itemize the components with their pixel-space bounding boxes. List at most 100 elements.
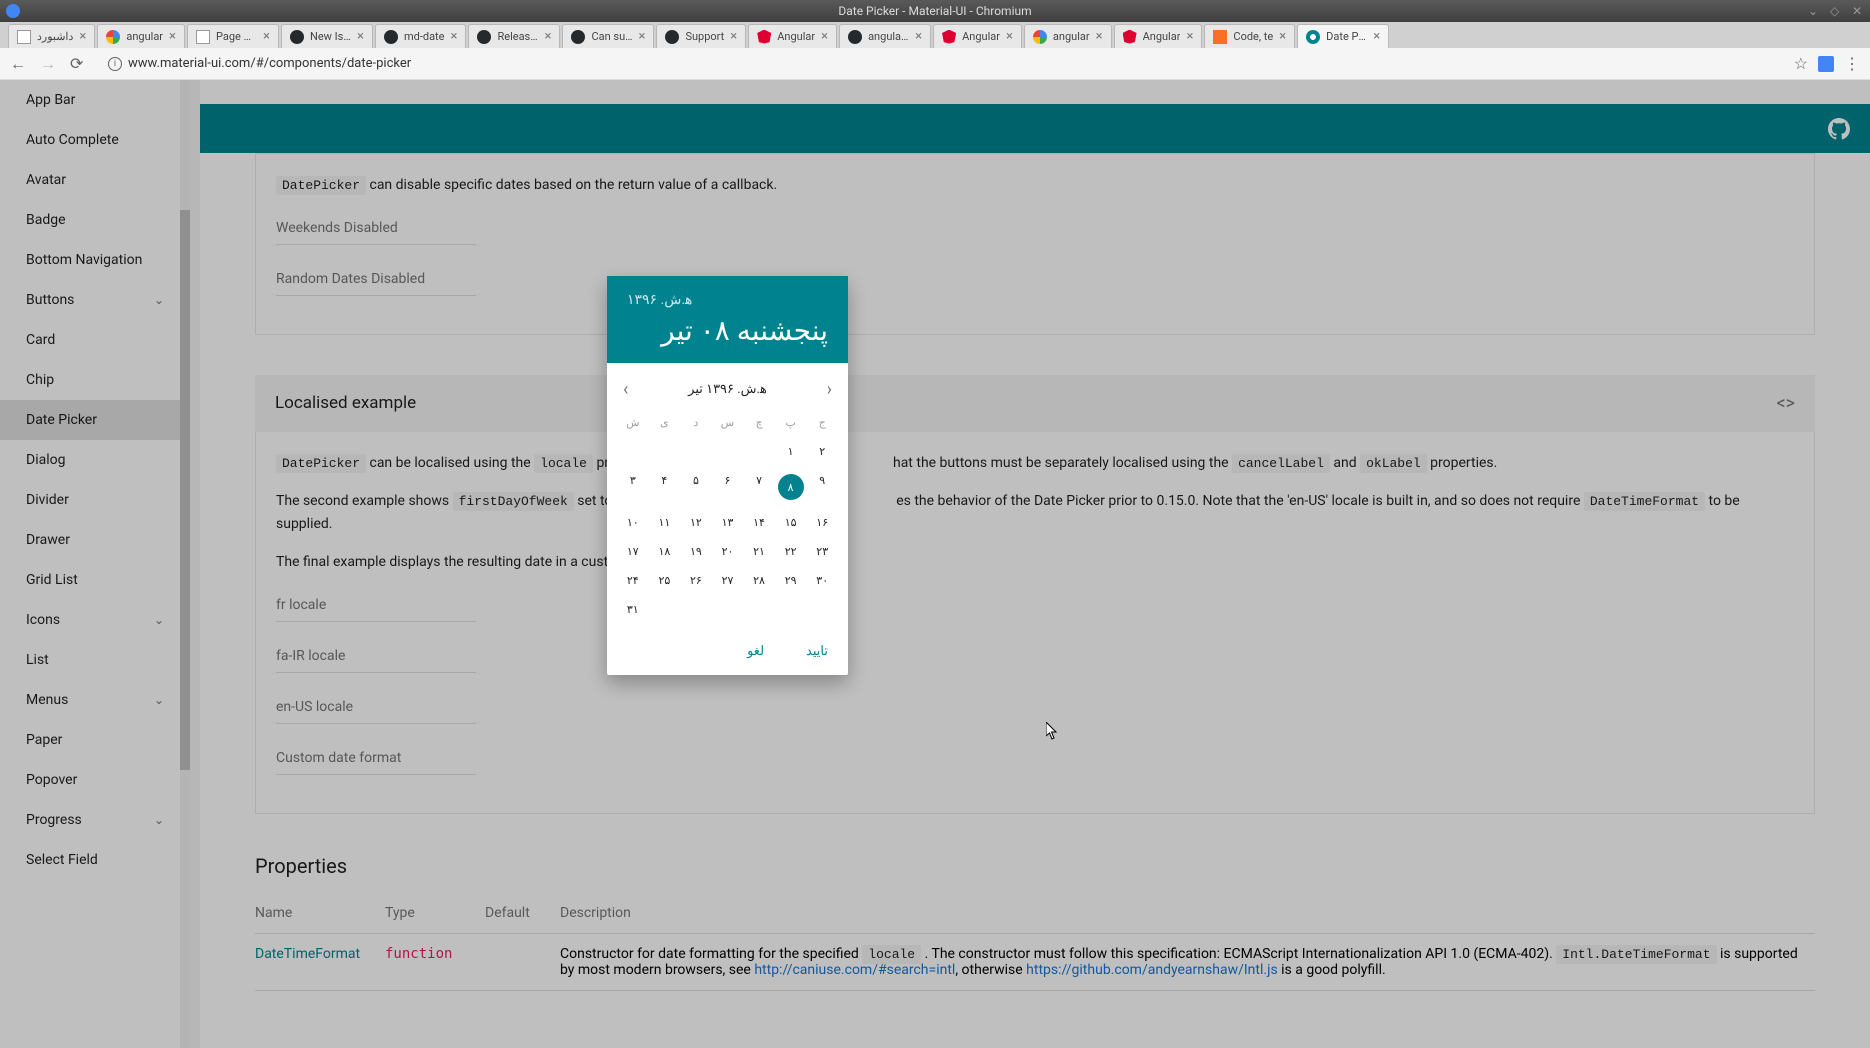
day-cell[interactable]: ۱۵ xyxy=(775,508,807,537)
browser-tab[interactable]: angular× xyxy=(1024,24,1112,48)
browser-tab[interactable]: New Issu× xyxy=(281,24,373,48)
tab-close-icon[interactable]: × xyxy=(1006,29,1013,44)
browser-tab[interactable]: Date Pick× xyxy=(1297,24,1389,48)
day-cell[interactable]: ۲۱ xyxy=(743,537,775,566)
address-bar: ← → ⟳ i www.material-ui.com/#/components… xyxy=(0,48,1870,80)
day-cell[interactable]: ۲۲ xyxy=(775,537,807,566)
day-cell[interactable]: ۲ xyxy=(806,437,838,466)
window-maximize-icon[interactable]: ◇ xyxy=(1830,4,1844,18)
day-empty xyxy=(712,437,744,466)
browser-tab[interactable]: Releases× xyxy=(468,24,560,48)
tab-favicon-icon xyxy=(290,30,304,44)
tab-favicon-icon xyxy=(571,30,585,44)
day-cell[interactable]: ۲۹ xyxy=(775,566,807,595)
browser-tab[interactable]: Code, te× xyxy=(1204,24,1295,48)
day-cell[interactable]: ۱۴ xyxy=(743,508,775,537)
day-cell[interactable]: ۲۷ xyxy=(712,566,744,595)
day-cell[interactable]: ۱۸ xyxy=(649,537,681,566)
tab-favicon-icon xyxy=(196,30,210,44)
tab-close-icon[interactable]: × xyxy=(357,29,364,44)
day-cell[interactable]: ۳ xyxy=(617,466,649,508)
tab-close-icon[interactable]: × xyxy=(1186,29,1193,44)
tab-close-icon[interactable]: × xyxy=(451,29,458,44)
day-empty xyxy=(680,437,712,466)
tab-label: داشبورد xyxy=(37,30,73,43)
weekday-label: ج xyxy=(806,412,838,433)
weekday-label: پ xyxy=(775,412,807,433)
day-cell[interactable]: ۱۰ xyxy=(617,508,649,537)
tab-close-icon[interactable]: × xyxy=(169,29,176,44)
weekday-label: د xyxy=(680,412,712,433)
browser-tab[interactable]: angular× xyxy=(97,24,185,48)
day-cell[interactable]: ۱۲ xyxy=(680,508,712,537)
day-cell[interactable]: ۱۱ xyxy=(649,508,681,537)
tab-label: Angular xyxy=(962,30,1000,43)
day-empty xyxy=(649,437,681,466)
browser-tab[interactable]: داشبورد × xyxy=(8,24,95,48)
tab-close-icon[interactable]: × xyxy=(1373,29,1380,44)
window-title: Date Picker - Material-UI - Chromium xyxy=(838,4,1031,18)
back-button[interactable]: ← xyxy=(10,54,28,74)
day-cell[interactable]: ۶ xyxy=(712,466,744,508)
tab-close-icon[interactable]: × xyxy=(263,29,270,44)
tab-favicon-icon xyxy=(477,30,491,44)
day-cell[interactable]: ۱۳ xyxy=(712,508,744,537)
prev-month-button[interactable]: ‹ xyxy=(621,377,630,402)
tab-close-icon[interactable]: × xyxy=(545,29,552,44)
tab-label: angular/ xyxy=(868,30,909,43)
reload-button[interactable]: ⟳ xyxy=(70,54,88,73)
site-info-icon[interactable]: i xyxy=(108,57,122,71)
day-cell[interactable]: ۳۰ xyxy=(806,566,838,595)
tab-close-icon[interactable]: × xyxy=(1279,29,1286,44)
day-cell[interactable]: ۲۰ xyxy=(712,537,744,566)
day-cell[interactable]: ۷ xyxy=(743,466,775,508)
day-cell[interactable]: ۲۴ xyxy=(617,566,649,595)
browser-tab[interactable]: angular/ × xyxy=(839,24,931,48)
day-empty xyxy=(712,595,744,624)
ok-button[interactable]: تایید xyxy=(796,638,838,665)
browser-menu-icon[interactable]: ⋮ xyxy=(1844,54,1860,73)
browser-tab[interactable]: Page No× xyxy=(187,24,279,48)
url-input[interactable]: i www.material-ui.com/#/components/date-… xyxy=(100,52,1782,76)
tab-close-icon[interactable]: × xyxy=(1096,29,1103,44)
day-empty xyxy=(743,595,775,624)
date-picker-selected-date[interactable]: پنجشنبه ۰۸ تیر xyxy=(627,314,828,347)
tab-close-icon[interactable]: × xyxy=(915,29,922,44)
tab-favicon-icon xyxy=(1306,30,1320,44)
day-cell[interactable]: ۱۷ xyxy=(617,537,649,566)
tab-close-icon[interactable]: × xyxy=(639,29,646,44)
day-cell[interactable]: ۱ xyxy=(775,437,807,466)
weekday-label: ی xyxy=(649,412,681,433)
window-minimize-icon[interactable]: ⌄ xyxy=(1808,4,1822,18)
next-month-button[interactable]: › xyxy=(825,377,834,402)
cancel-button[interactable]: لغو xyxy=(737,638,774,665)
tab-close-icon[interactable]: × xyxy=(821,29,828,44)
browser-tab[interactable]: Angular × xyxy=(933,24,1022,48)
day-cell[interactable]: ۱۹ xyxy=(680,537,712,566)
day-cell[interactable]: ۳۱ xyxy=(617,595,649,624)
date-picker-year[interactable]: ه‍.ش. ۱۳۹۶ xyxy=(627,292,828,308)
browser-tab[interactable]: md-date× xyxy=(375,24,466,48)
day-cell[interactable]: ۹ xyxy=(806,466,838,508)
weekday-row: شیدسچپج xyxy=(607,408,848,437)
bookmark-star-icon[interactable]: ☆ xyxy=(1794,54,1808,73)
modal-overlay[interactable] xyxy=(0,80,1870,1048)
tab-close-icon[interactable]: × xyxy=(79,29,86,44)
browser-tab[interactable]: Support× xyxy=(656,24,746,48)
day-cell[interactable]: ۴ xyxy=(649,466,681,508)
extension-icon[interactable] xyxy=(1818,56,1834,72)
browser-tab[interactable]: Can supp× xyxy=(562,24,654,48)
day-cell[interactable]: ۲۵ xyxy=(649,566,681,595)
browser-tab[interactable]: Angular× xyxy=(1114,24,1203,48)
browser-tab[interactable]: Angular× xyxy=(748,24,837,48)
day-cell[interactable]: ۲۳ xyxy=(806,537,838,566)
day-cell[interactable]: ۵ xyxy=(680,466,712,508)
forward-button[interactable]: → xyxy=(40,54,58,74)
day-cell[interactable]: ۲۸ xyxy=(743,566,775,595)
tab-close-icon[interactable]: × xyxy=(730,29,737,44)
day-cell[interactable]: ۱۶ xyxy=(806,508,838,537)
window-close-icon[interactable]: ✕ xyxy=(1852,4,1866,18)
day-cell[interactable]: ۲۶ xyxy=(680,566,712,595)
date-picker-header: ه‍.ش. ۱۳۹۶ پنجشنبه ۰۸ تیر xyxy=(607,276,848,363)
day-cell[interactable]: ۸ xyxy=(775,466,807,508)
